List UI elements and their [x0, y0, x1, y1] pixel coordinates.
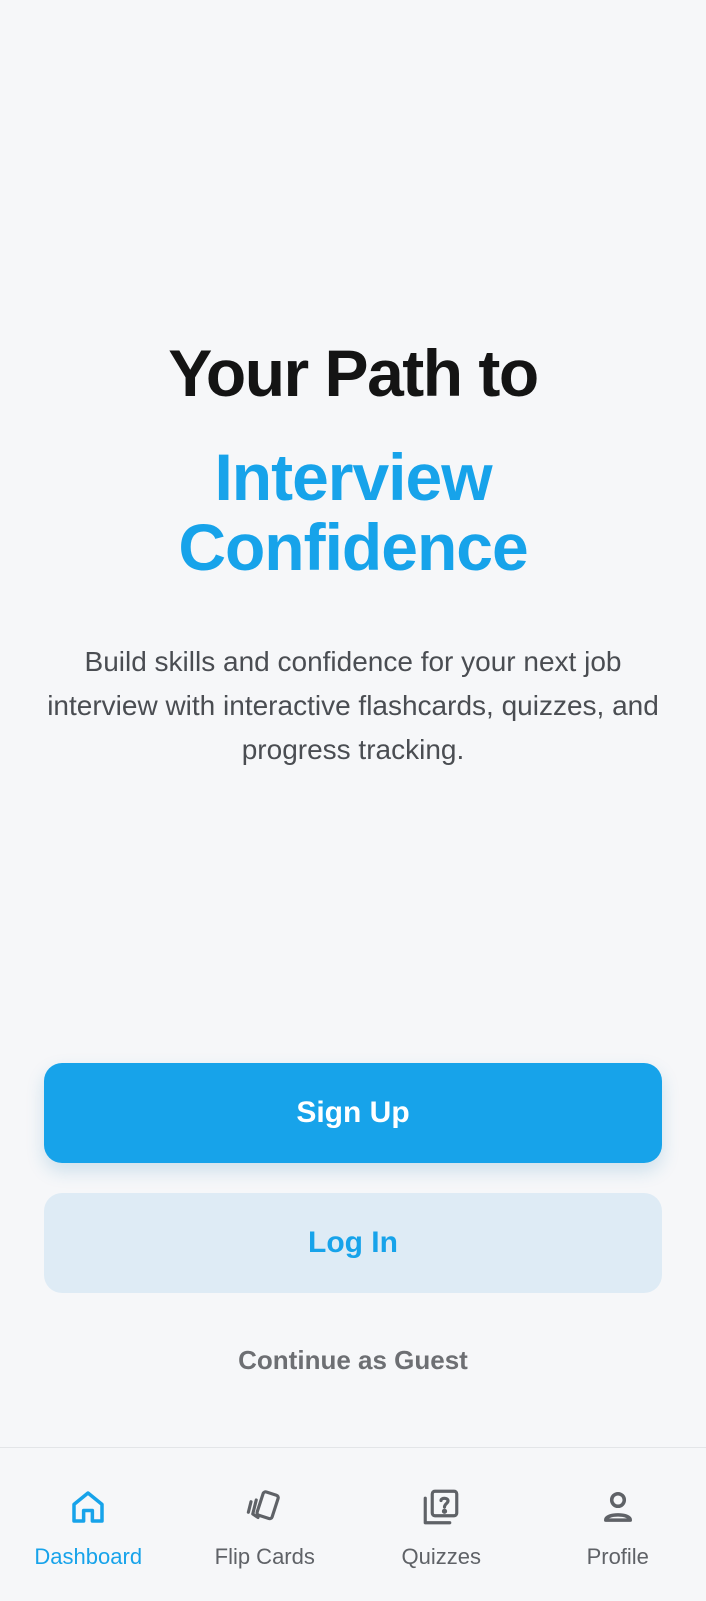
log-in-button[interactable]: Log In	[44, 1193, 662, 1293]
hero-title-highlight: Interview Confidence	[93, 442, 613, 582]
home-icon	[67, 1486, 109, 1528]
tab-profile[interactable]: Profile	[530, 1448, 706, 1601]
tab-label: Quizzes	[402, 1544, 481, 1570]
tab-label: Profile	[587, 1544, 649, 1570]
tab-label: Dashboard	[34, 1544, 142, 1570]
tab-quizzes[interactable]: Quizzes	[353, 1448, 530, 1601]
bottom-tab-bar: Dashboard Flip Cards Quizzes Profile	[0, 1447, 706, 1601]
hero-title: Your Path to	[0, 340, 706, 406]
hero-section: Your Path to Interview Confidence Build …	[0, 322, 706, 772]
tab-dashboard[interactable]: Dashboard	[0, 1448, 177, 1601]
hero-subtitle: Build skills and confidence for your nex…	[43, 640, 663, 772]
person-icon	[597, 1486, 639, 1528]
tab-flip-cards[interactable]: Flip Cards	[177, 1448, 354, 1601]
continue-as-guest-link[interactable]: Continue as Guest	[0, 1345, 706, 1376]
sign-up-button[interactable]: Sign Up	[44, 1063, 662, 1163]
quiz-icon	[420, 1486, 462, 1528]
flip-cards-icon	[244, 1486, 286, 1528]
tab-label: Flip Cards	[215, 1544, 315, 1570]
